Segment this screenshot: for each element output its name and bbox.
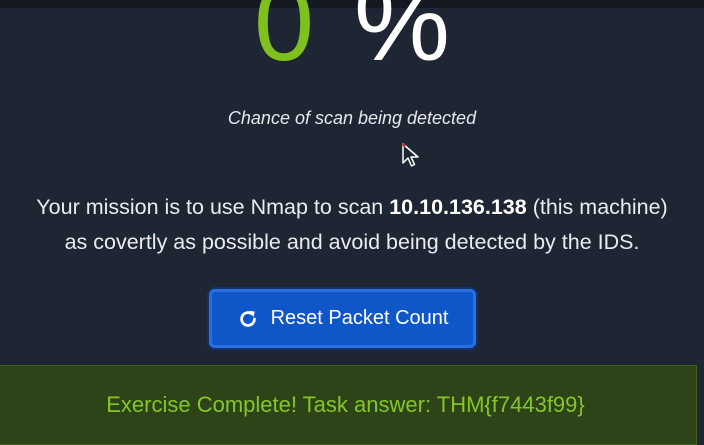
reset-button-label: Reset Packet Count: [270, 307, 449, 329]
mouse-cursor-icon: [402, 143, 419, 167]
refresh-icon: [239, 310, 256, 327]
mission-line1-suffix: (this machine): [526, 195, 668, 219]
detection-value: 0: [253, 0, 315, 83]
percent-sign: %: [354, 0, 451, 83]
mission-line1-prefix: Your mission is to use Nmap to scan: [36, 195, 390, 219]
mission-text: Your mission is to use Nmap to scan 10.1…: [0, 190, 704, 260]
target-ip: 10.10.136.138: [389, 195, 527, 219]
detection-percentage: 0%: [0, 0, 704, 78]
exercise-complete-alert: Exercise Complete! Task answer: THM{f744…: [0, 365, 697, 445]
mission-line2: as covertly as possible and avoid being …: [64, 230, 640, 254]
detection-caption: Chance of scan being detected: [227, 108, 477, 128]
ids-exercise-panel: 0% Chance of scan being detected Your mi…: [0, 0, 704, 445]
task-answer-message: Exercise Complete! Task answer: THM{f744…: [106, 392, 585, 417]
reset-packet-count-button[interactable]: Reset Packet Count: [209, 289, 476, 348]
